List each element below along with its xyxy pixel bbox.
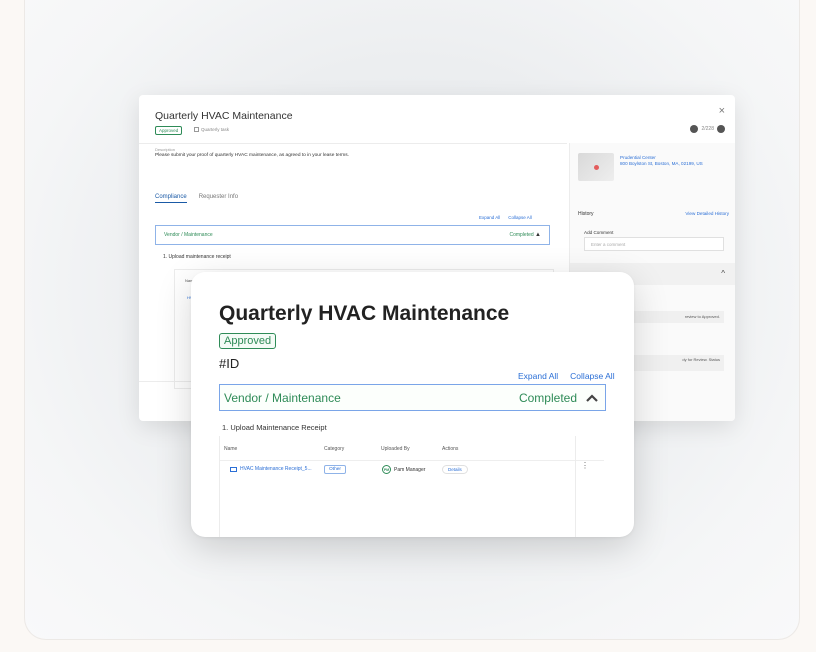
zoomed-task-card: Quarterly HVAC Maintenance Approved #ID … bbox=[191, 272, 634, 537]
vendor-section-label: Vendor / Maintenance bbox=[224, 390, 341, 405]
next-icon[interactable] bbox=[717, 125, 725, 133]
chevron-up-icon[interactable]: ^ bbox=[721, 269, 725, 278]
avatar: PM bbox=[382, 465, 391, 474]
bg-description: Please submit your proof of quarterly HV… bbox=[155, 153, 350, 158]
bg-description-label: Description bbox=[155, 147, 176, 152]
table-row-file-link[interactable]: HVAC Maintenance Receipt_5... bbox=[230, 466, 312, 472]
calendar-icon bbox=[194, 127, 199, 133]
more-options-icon[interactable]: ⋮ bbox=[581, 462, 589, 470]
bg-pager-count: 2/228 bbox=[701, 126, 714, 132]
location-address: 800 Boylston St, Boston, MA, 02199, US bbox=[620, 161, 703, 166]
bg-step-label: 1. Upload maintenance receipt bbox=[163, 254, 231, 260]
tab-compliance[interactable]: Compliance bbox=[155, 194, 187, 203]
tab-requester-info[interactable]: Requester Info bbox=[199, 194, 238, 203]
collapse-all-link[interactable]: Collapse All bbox=[570, 371, 614, 381]
expand-all-link[interactable]: Expand All bbox=[518, 371, 558, 381]
bg-task-title: Quarterly HVAC Maintenance bbox=[155, 110, 293, 122]
uploaded-by: PM Pam Manager bbox=[382, 465, 425, 474]
page-title: Quarterly HVAC Maintenance bbox=[219, 302, 510, 325]
view-history-link[interactable]: View Detailed History bbox=[685, 211, 729, 216]
bg-vendor-status: Completed ▲ bbox=[509, 232, 541, 238]
step-label: 1. Upload Maintenance Receipt bbox=[222, 423, 327, 432]
history-label: History bbox=[578, 211, 594, 217]
files-table: Name Category Uploaded By Actions HVAC M… bbox=[219, 436, 625, 537]
bg-vendor-label: Vendor / Maintenance bbox=[164, 232, 213, 238]
close-icon[interactable]: × bbox=[719, 105, 725, 117]
comment-input[interactable]: Enter a comment bbox=[584, 237, 724, 251]
column-header-actions: Actions bbox=[442, 446, 459, 452]
bg-task-type: Quarterly task bbox=[194, 127, 229, 133]
prev-icon[interactable] bbox=[690, 125, 699, 133]
image-file-icon bbox=[230, 466, 237, 472]
chevron-up-icon[interactable] bbox=[585, 391, 599, 405]
status-badge: Approved bbox=[219, 333, 277, 349]
uploader-name: Pam Manager bbox=[394, 466, 426, 473]
details-button[interactable]: Details bbox=[442, 465, 468, 474]
map-pin-icon bbox=[594, 165, 599, 170]
bg-expand-controls: Expand All Collapse All bbox=[479, 215, 532, 220]
chevron-up-icon: ▲ bbox=[535, 232, 541, 238]
bg-divider bbox=[139, 143, 567, 144]
bg-tabs: Compliance Requester Info bbox=[155, 194, 238, 203]
column-header-uploaded-by: Uploaded By bbox=[381, 446, 410, 452]
category-badge: Other bbox=[324, 465, 346, 474]
table-right-divider bbox=[575, 436, 576, 537]
column-header-category: Category bbox=[324, 446, 345, 452]
add-comment-label: Add Comment bbox=[584, 230, 614, 235]
location-info: Prudential Center 800 Boylston St, Bosto… bbox=[620, 155, 703, 167]
bg-pager: 2/228 bbox=[690, 125, 725, 133]
vendor-status: Completed bbox=[519, 391, 599, 405]
column-header-name: Name bbox=[224, 446, 238, 452]
table-divider bbox=[220, 460, 604, 461]
bg-collapse-all-link[interactable]: Collapse All bbox=[508, 215, 532, 220]
expand-controls: Expand All Collapse All bbox=[518, 371, 615, 381]
bg-vendor-section[interactable]: Vendor / Maintenance Completed ▲ bbox=[155, 225, 550, 245]
vendor-status-text: Completed bbox=[518, 390, 577, 405]
bg-expand-all-link[interactable]: Expand All bbox=[479, 215, 500, 220]
vendor-maintenance-section[interactable]: Vendor / Maintenance Completed bbox=[219, 384, 606, 411]
task-id: #ID bbox=[219, 356, 240, 371]
bg-status-badge: Approved bbox=[155, 126, 183, 135]
